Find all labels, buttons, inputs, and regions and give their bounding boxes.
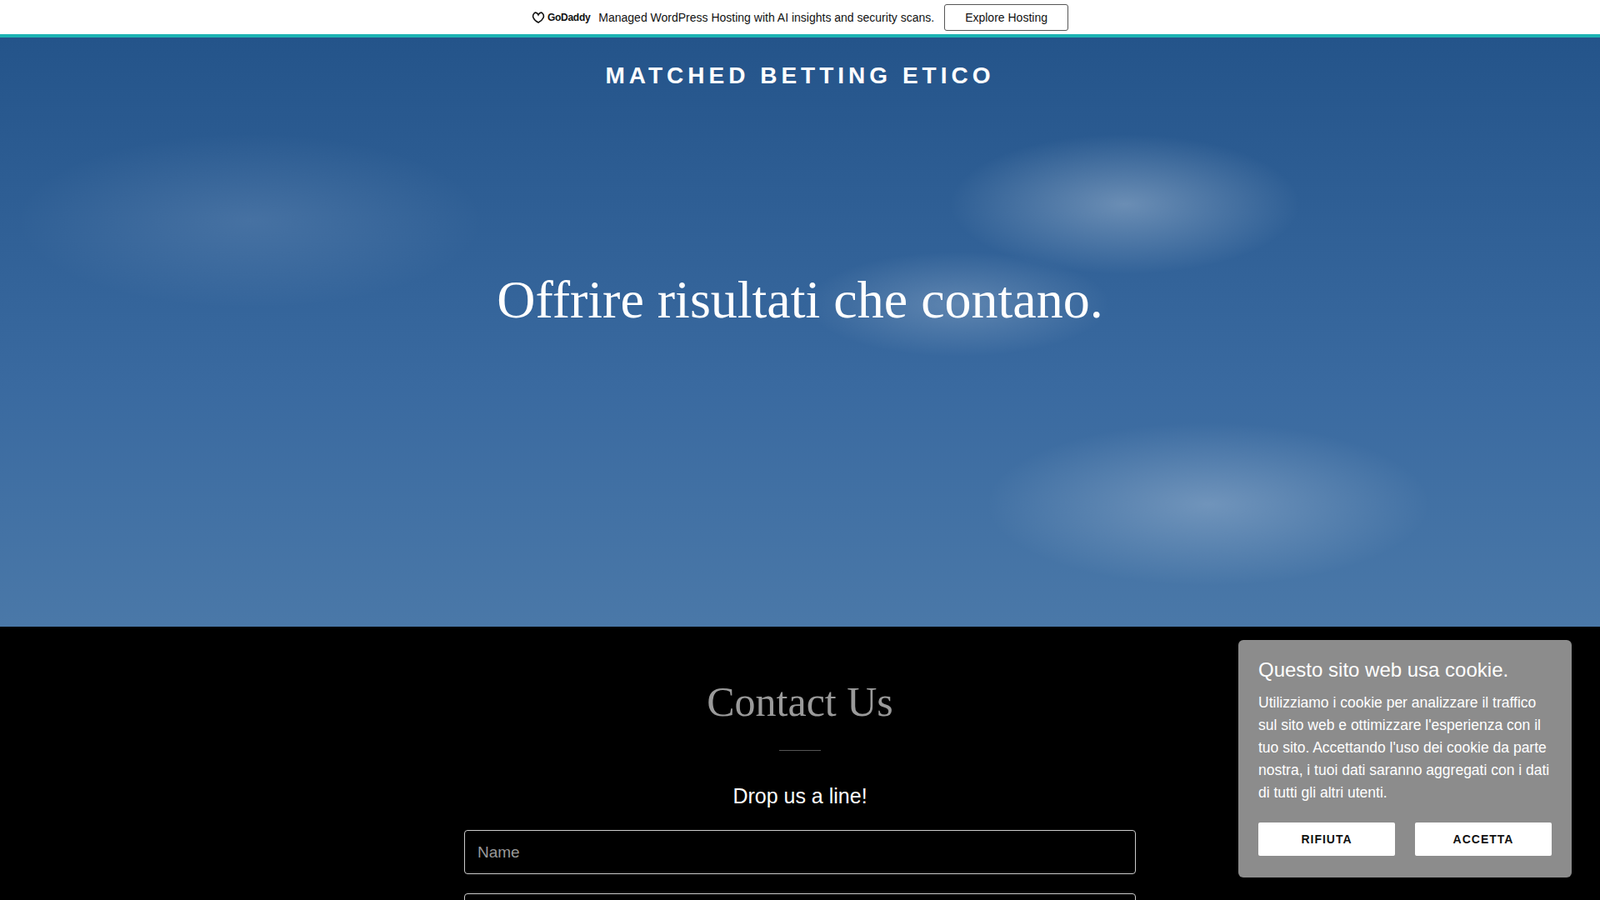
godaddy-logo[interactable]: GoDaddy	[531, 11, 590, 24]
godaddy-icon	[531, 11, 545, 24]
cookie-title: Questo sito web usa cookie.	[1258, 658, 1552, 682]
explore-hosting-button[interactable]: Explore Hosting	[944, 4, 1069, 31]
site-title[interactable]: MATCHED BETTING ETICO	[0, 37, 1600, 90]
contact-field[interactable]	[464, 893, 1136, 900]
cookie-button[interactable]: RIFIUTA	[1258, 822, 1395, 856]
cookie-text: Utilizziamo i cookie per analizzare il t…	[1258, 691, 1552, 805]
hero: MATCHED BETTING ETICO Offrire risultati c…	[0, 37, 1600, 627]
divider	[779, 750, 821, 751]
contact-field[interactable]	[464, 830, 1136, 875]
cookie-button[interactable]: ACCETTA	[1415, 822, 1552, 856]
cookie-banner: Questo sito web usa cookie. Utilizziamo i…	[1238, 640, 1572, 878]
hero-heading: Offrire risultati che contano.	[496, 269, 1103, 331]
contact-title: Contact Us	[706, 676, 894, 727]
promo-banner: GoDaddy Managed WordPress Hosting with AI…	[0, 0, 1600, 38]
banner-text: Managed WordPress Hosting with AI insigh…	[598, 10, 935, 25]
contact-subtitle: Drop us a line!	[732, 784, 867, 809]
page: GoDaddy Managed WordPress Hosting with AI…	[0, 0, 1600, 900]
